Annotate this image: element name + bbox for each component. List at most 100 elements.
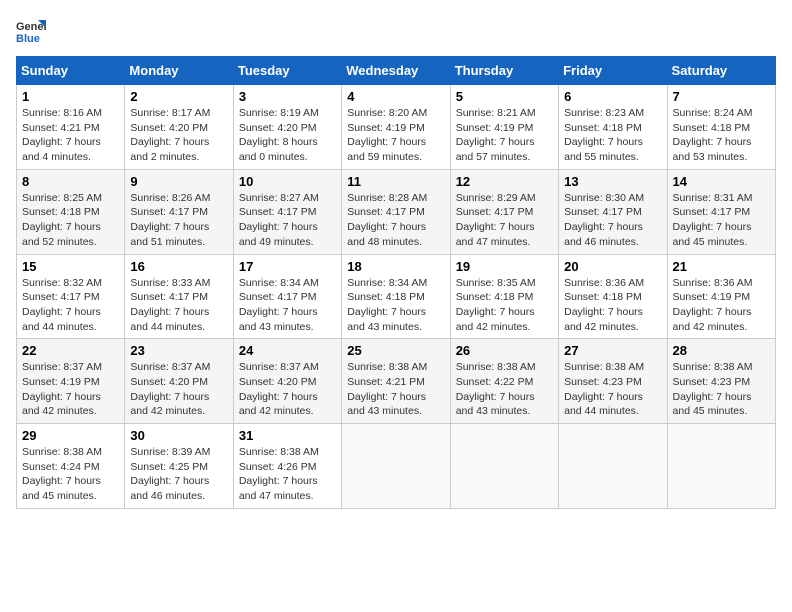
day-info: Sunrise: 8:31 AMSunset: 4:17 PMDaylight:… [673, 191, 770, 250]
day-number: 16 [130, 259, 227, 274]
day-cell: 18 Sunrise: 8:34 AMSunset: 4:18 PMDayligh… [342, 254, 450, 339]
day-info: Sunrise: 8:26 AMSunset: 4:17 PMDaylight:… [130, 191, 227, 250]
day-cell: 25 Sunrise: 8:38 AMSunset: 4:21 PMDayligh… [342, 339, 450, 424]
day-number: 4 [347, 89, 444, 104]
col-header-saturday: Saturday [667, 57, 775, 85]
day-number: 11 [347, 174, 444, 189]
day-cell: 5 Sunrise: 8:21 AMSunset: 4:19 PMDaylight… [450, 85, 558, 170]
day-cell: 22 Sunrise: 8:37 AMSunset: 4:19 PMDayligh… [17, 339, 125, 424]
col-header-monday: Monday [125, 57, 233, 85]
week-row-1: 1 Sunrise: 8:16 AMSunset: 4:21 PMDaylight… [17, 85, 776, 170]
day-number: 7 [673, 89, 770, 104]
day-number: 30 [130, 428, 227, 443]
col-header-tuesday: Tuesday [233, 57, 341, 85]
day-number: 21 [673, 259, 770, 274]
day-info: Sunrise: 8:32 AMSunset: 4:17 PMDaylight:… [22, 276, 119, 335]
day-number: 31 [239, 428, 336, 443]
day-number: 23 [130, 343, 227, 358]
day-cell: 9 Sunrise: 8:26 AMSunset: 4:17 PMDaylight… [125, 169, 233, 254]
day-info: Sunrise: 8:38 AMSunset: 4:22 PMDaylight:… [456, 360, 553, 419]
day-info: Sunrise: 8:16 AMSunset: 4:21 PMDaylight:… [22, 106, 119, 165]
day-number: 22 [22, 343, 119, 358]
day-cell: 2 Sunrise: 8:17 AMSunset: 4:20 PMDaylight… [125, 85, 233, 170]
calendar-body: 1 Sunrise: 8:16 AMSunset: 4:21 PMDaylight… [17, 85, 776, 509]
logo-icon: General Blue [16, 16, 46, 46]
day-number: 15 [22, 259, 119, 274]
day-cell: 11 Sunrise: 8:28 AMSunset: 4:17 PMDayligh… [342, 169, 450, 254]
day-info: Sunrise: 8:30 AMSunset: 4:17 PMDaylight:… [564, 191, 661, 250]
week-row-5: 29Sunrise: 8:38 AMSunset: 4:24 PMDayligh… [17, 424, 776, 509]
day-info: Sunrise: 8:37 AMSunset: 4:19 PMDaylight:… [22, 360, 119, 419]
day-info: Sunrise: 8:37 AMSunset: 4:20 PMDaylight:… [239, 360, 336, 419]
day-info: Sunrise: 8:38 AMSunset: 4:23 PMDaylight:… [564, 360, 661, 419]
week-row-3: 15 Sunrise: 8:32 AMSunset: 4:17 PMDayligh… [17, 254, 776, 339]
day-cell: 6Sunrise: 8:23 AMSunset: 4:18 PMDaylight… [559, 85, 667, 170]
day-info: Sunrise: 8:17 AMSunset: 4:20 PMDaylight:… [130, 106, 227, 165]
day-cell [559, 424, 667, 509]
day-info: Sunrise: 8:39 AMSunset: 4:25 PMDaylight:… [130, 445, 227, 504]
day-info: Sunrise: 8:37 AMSunset: 4:20 PMDaylight:… [130, 360, 227, 419]
day-info: Sunrise: 8:25 AMSunset: 4:18 PMDaylight:… [22, 191, 119, 250]
day-cell: 27 Sunrise: 8:38 AMSunset: 4:23 PMDayligh… [559, 339, 667, 424]
day-cell: 28 Sunrise: 8:38 AMSunset: 4:23 PMDayligh… [667, 339, 775, 424]
col-header-sunday: Sunday [17, 57, 125, 85]
page-header: General Blue [16, 16, 776, 46]
day-cell: 26 Sunrise: 8:38 AMSunset: 4:22 PMDayligh… [450, 339, 558, 424]
day-number: 3 [239, 89, 336, 104]
day-cell: 20Sunrise: 8:36 AMSunset: 4:18 PMDayligh… [559, 254, 667, 339]
day-info: Sunrise: 8:36 AMSunset: 4:18 PMDaylight:… [564, 276, 661, 335]
day-info: Sunrise: 8:29 AMSunset: 4:17 PMDaylight:… [456, 191, 553, 250]
day-cell: 30 Sunrise: 8:39 AMSunset: 4:25 PMDayligh… [125, 424, 233, 509]
day-cell: 3Sunrise: 8:19 AMSunset: 4:20 PMDaylight… [233, 85, 341, 170]
day-number: 17 [239, 259, 336, 274]
day-info: Sunrise: 8:35 AMSunset: 4:18 PMDaylight:… [456, 276, 553, 335]
day-cell: 1 Sunrise: 8:16 AMSunset: 4:21 PMDaylight… [17, 85, 125, 170]
week-row-4: 22 Sunrise: 8:37 AMSunset: 4:19 PMDayligh… [17, 339, 776, 424]
day-info: Sunrise: 8:38 AMSunset: 4:26 PMDaylight:… [239, 445, 336, 504]
day-info: Sunrise: 8:36 AMSunset: 4:19 PMDaylight:… [673, 276, 770, 335]
day-number: 1 [22, 89, 119, 104]
day-cell: 23 Sunrise: 8:37 AMSunset: 4:20 PMDayligh… [125, 339, 233, 424]
day-number: 29 [22, 428, 119, 443]
day-info: Sunrise: 8:20 AMSunset: 4:19 PMDaylight:… [347, 106, 444, 165]
day-number: 10 [239, 174, 336, 189]
day-info: Sunrise: 8:34 AMSunset: 4:17 PMDaylight:… [239, 276, 336, 335]
day-info: Sunrise: 8:21 AMSunset: 4:19 PMDaylight:… [456, 106, 553, 165]
day-number: 14 [673, 174, 770, 189]
day-number: 28 [673, 343, 770, 358]
day-cell: 29Sunrise: 8:38 AMSunset: 4:24 PMDayligh… [17, 424, 125, 509]
day-cell: 8 Sunrise: 8:25 AMSunset: 4:18 PMDaylight… [17, 169, 125, 254]
day-number: 6 [564, 89, 661, 104]
day-info: Sunrise: 8:34 AMSunset: 4:18 PMDaylight:… [347, 276, 444, 335]
day-cell: 4 Sunrise: 8:20 AMSunset: 4:19 PMDaylight… [342, 85, 450, 170]
calendar-table: SundayMondayTuesdayWednesdayThursdayFrid… [16, 56, 776, 509]
logo: General Blue [16, 16, 46, 46]
day-number: 9 [130, 174, 227, 189]
day-info: Sunrise: 8:27 AMSunset: 4:17 PMDaylight:… [239, 191, 336, 250]
day-number: 5 [456, 89, 553, 104]
day-cell: 10 Sunrise: 8:27 AMSunset: 4:17 PMDayligh… [233, 169, 341, 254]
day-number: 18 [347, 259, 444, 274]
day-number: 27 [564, 343, 661, 358]
day-cell: 7Sunrise: 8:24 AMSunset: 4:18 PMDaylight… [667, 85, 775, 170]
day-cell: 21 Sunrise: 8:36 AMSunset: 4:19 PMDayligh… [667, 254, 775, 339]
day-number: 2 [130, 89, 227, 104]
day-cell: 13Sunrise: 8:30 AMSunset: 4:17 PMDayligh… [559, 169, 667, 254]
calendar-header-row: SundayMondayTuesdayWednesdayThursdayFrid… [17, 57, 776, 85]
day-number: 25 [347, 343, 444, 358]
day-info: Sunrise: 8:33 AMSunset: 4:17 PMDaylight:… [130, 276, 227, 335]
day-number: 8 [22, 174, 119, 189]
day-number: 26 [456, 343, 553, 358]
week-row-2: 8 Sunrise: 8:25 AMSunset: 4:18 PMDaylight… [17, 169, 776, 254]
day-cell: 16 Sunrise: 8:33 AMSunset: 4:17 PMDayligh… [125, 254, 233, 339]
day-cell [450, 424, 558, 509]
day-cell: 14 Sunrise: 8:31 AMSunset: 4:17 PMDayligh… [667, 169, 775, 254]
day-info: Sunrise: 8:38 AMSunset: 4:23 PMDaylight:… [673, 360, 770, 419]
day-info: Sunrise: 8:28 AMSunset: 4:17 PMDaylight:… [347, 191, 444, 250]
day-cell: 31 Sunrise: 8:38 AMSunset: 4:26 PMDayligh… [233, 424, 341, 509]
day-cell: 12Sunrise: 8:29 AMSunset: 4:17 PMDayligh… [450, 169, 558, 254]
day-cell [667, 424, 775, 509]
day-cell [342, 424, 450, 509]
day-cell: 17 Sunrise: 8:34 AMSunset: 4:17 PMDayligh… [233, 254, 341, 339]
day-info: Sunrise: 8:38 AMSunset: 4:21 PMDaylight:… [347, 360, 444, 419]
